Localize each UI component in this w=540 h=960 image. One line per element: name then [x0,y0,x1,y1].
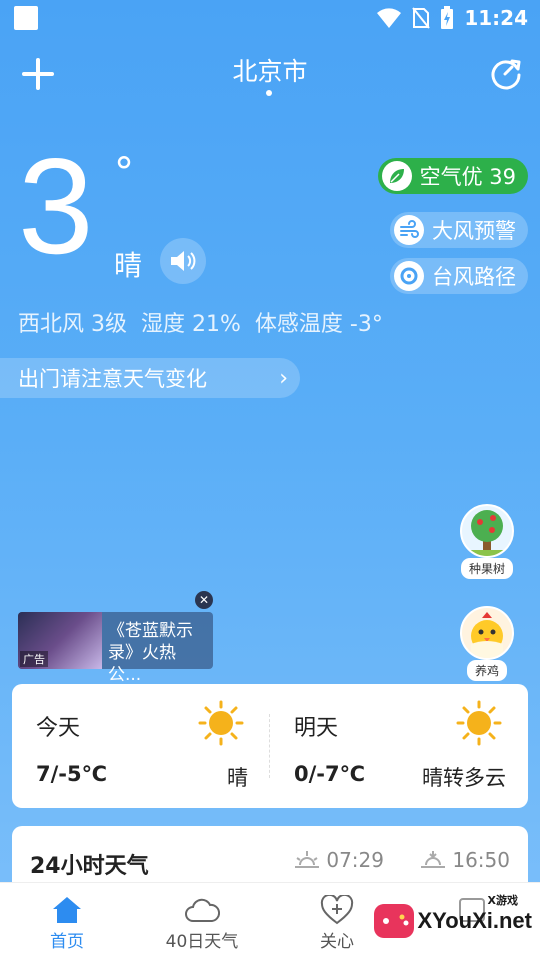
today-label: 今天 [36,716,81,741]
nav-care-label: 关心 [320,932,354,952]
ad-tag: 广告 [20,651,48,667]
raise-chicken-label: 养鸡 [466,660,507,681]
today-condition: 晴 [227,766,248,790]
weather-tip-banner[interactable]: 出门请注意天气变化 › [0,358,300,398]
city-name[interactable]: 北京市 [0,52,540,88]
sun-icon [198,700,244,746]
wind-warning-text: 大风预警 [432,219,516,243]
humidity-info: 湿度 21% [141,312,241,337]
nav-home-label: 首页 [50,932,84,952]
wind-info: 西北风 3级 [18,312,127,337]
ad-image: 广告 [18,612,102,669]
status-icons: 11:24 [376,4,528,32]
page-indicator-dot [266,90,272,96]
wind-icon [394,215,424,245]
refresh-icon[interactable] [488,56,524,92]
daily-forecast-card: 今天 7/-5℃ 晴 明天 0/-7℃ 晴转多云 [12,684,528,808]
raise-chicken-game[interactable]: 养鸡 [460,606,514,681]
tip-text: 出门请注意天气变化 [18,367,207,391]
air-quality-pill[interactable]: 空气优 39 [377,158,528,194]
battery-charging-icon [441,6,454,29]
typhoon-path-text: 台风路径 [432,265,516,289]
today-temp-range: 7/-5℃ [36,762,108,786]
chevron-right-icon: › [279,366,288,391]
ad-text: 《苍蓝默示录》火热公... [108,621,193,685]
ad-close-icon[interactable]: ✕ [195,591,213,609]
tomorrow-forecast[interactable]: 明天 0/-7℃ 晴转多云 [270,684,520,808]
sunset-icon [421,851,446,868]
weather-details: 西北风 3级 湿度 21% 体感温度 -3° [18,306,383,338]
sun-icon [456,700,502,746]
status-time: 11:24 [464,6,528,30]
fruit-tree-game[interactable]: 种果树 [460,504,514,579]
nav-40-day[interactable]: 40日天气 [152,893,252,952]
watermark-small-text: X游戏 [487,894,518,907]
nav-care[interactable]: 关心 [287,893,387,952]
nav-40-day-label: 40日天气 [165,932,239,952]
wind-warning-pill[interactable]: 大风预警 [390,212,528,248]
fruit-tree-label: 种果树 [460,558,513,579]
sunset-time: 16:50 [420,848,510,872]
status-bar: 11:24 [0,0,540,36]
current-condition: 晴 [114,249,143,282]
air-quality-text: 空气优 39 [419,165,516,189]
fruit-tree-icon [460,504,514,558]
sunset-value: 16:50 [452,848,510,872]
chick-icon [460,606,514,660]
typhoon-path-pill[interactable]: 台风路径 [390,258,528,294]
watermark-text: XYouXi.net [417,908,533,933]
watermark: XYouXi.net X游戏 [373,894,533,938]
sunrise-time: 07:29 [294,848,384,872]
today-forecast[interactable]: 今天 7/-5℃ 晴 [12,684,262,808]
current-temperature: 3 [18,130,94,282]
feels-like-info: 体感温度 -3° [254,312,383,337]
typhoon-icon [394,261,424,291]
sunrise-icon [295,851,320,868]
tomorrow-temp-range: 0/-7℃ [294,762,366,786]
no-sim-icon [412,7,431,29]
top-bar: 北京市 [0,48,540,104]
tomorrow-label: 明天 [294,716,339,741]
leaf-icon [381,161,412,191]
notification-icon [14,6,38,30]
cloud-icon [185,898,220,922]
gamepad-logo-icon [373,904,414,938]
ad-banner[interactable]: 广告 《苍蓝默示录》火热公... [18,612,213,685]
degree-symbol: ° [114,150,134,196]
nav-home[interactable]: 首页 [17,893,117,952]
tomorrow-condition: 晴转多云 [422,766,506,790]
sunrise-value: 07:29 [326,848,384,872]
voice-broadcast-button[interactable] [160,238,206,284]
home-icon [53,897,81,923]
wifi-icon [377,8,402,28]
speaker-icon [171,251,196,271]
hourly-title: 24小时天气 [30,854,149,879]
heart-plus-icon [320,895,354,925]
